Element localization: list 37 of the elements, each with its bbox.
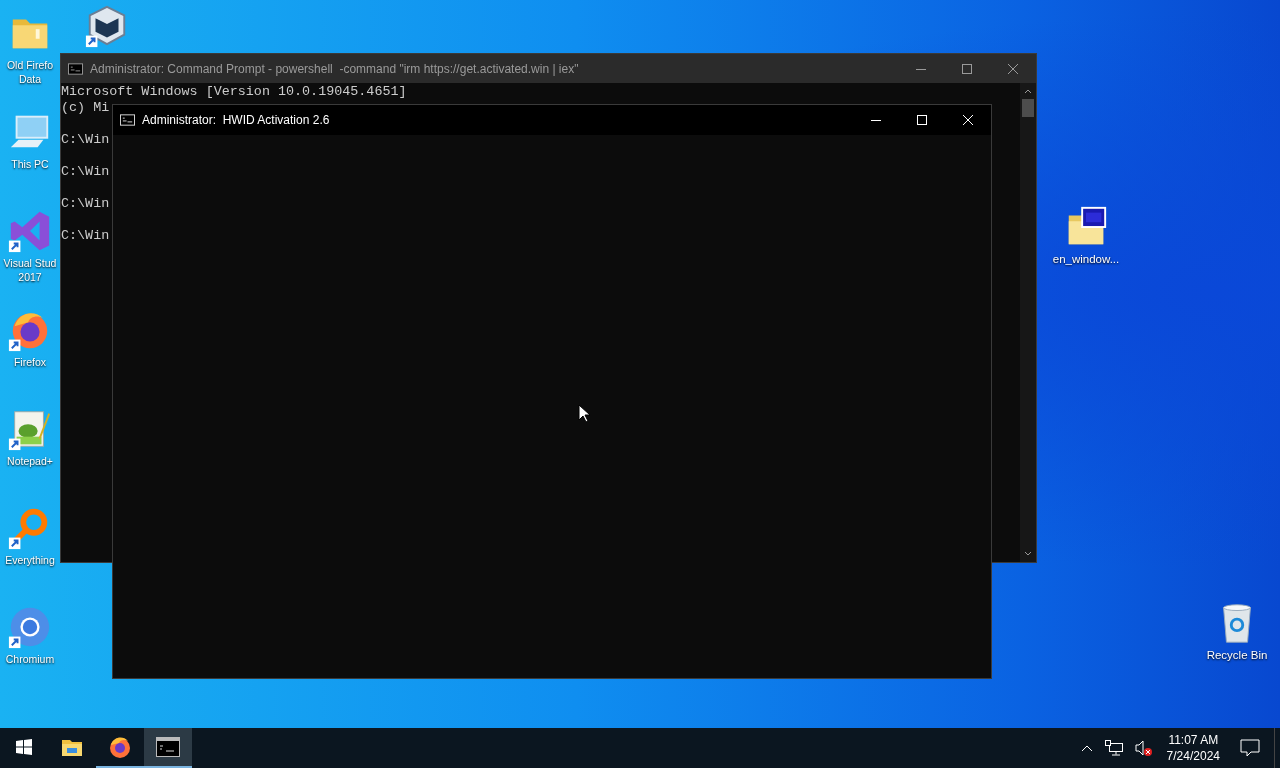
close-icon — [1008, 63, 1018, 74]
scrollbar[interactable] — [1020, 83, 1036, 562]
clock[interactable]: 11:07 AM 7/24/2024 — [1158, 732, 1228, 764]
console-line: C:\Win — [61, 164, 110, 179]
firefox-icon — [108, 735, 132, 759]
console-line: Microsoft Windows [Version 10.0.19045.4651] — [61, 84, 407, 99]
console-line: C:\Win — [61, 228, 110, 243]
window-title: Administrator: Command Prompt - powershell -command "irm https://get.activated.win | iex" — [90, 61, 579, 76]
icon-label[interactable]: Chromium — [5, 652, 55, 666]
icon-label[interactable]: Everything — [5, 553, 55, 567]
maximize-icon — [917, 115, 927, 125]
terminal-icon — [68, 62, 83, 75]
chevron-up-icon[interactable] — [1080, 744, 1093, 752]
windows-logo-icon — [16, 739, 32, 755]
icon-label[interactable]: Recycle Bin — [1206, 648, 1268, 662]
scroll-thumb[interactable] — [1022, 99, 1034, 117]
volume-muted-icon[interactable] — [1134, 740, 1153, 756]
icon-label[interactable]: Notepad+ — [7, 454, 53, 468]
close-icon — [963, 115, 973, 125]
icon-label[interactable]: This PC — [11, 157, 49, 171]
scroll-down-icon[interactable] — [1024, 551, 1032, 557]
taskbar-app-button[interactable] — [144, 728, 192, 768]
terminal-icon — [120, 114, 135, 126]
console-line: C:\Win — [61, 196, 110, 211]
maximize-icon — [962, 63, 972, 74]
mouse-cursor-icon — [578, 404, 590, 423]
icon-label[interactable]: Firefox — [13, 355, 47, 369]
network-icon[interactable] — [1104, 740, 1123, 756]
terminal-icon — [156, 737, 180, 757]
scroll-up-icon[interactable] — [1024, 88, 1032, 94]
console-line: (c) Mi — [61, 100, 110, 115]
icon-label[interactable]: Visual Stud 2017 — [3, 256, 57, 284]
window-title: Administrator: HWID Activation 2.6 — [142, 113, 330, 127]
console-line: C:\Win — [61, 132, 110, 147]
icon-label[interactable]: en_window... — [1052, 252, 1120, 266]
icon-label[interactable]: Old Firefo Data — [6, 58, 54, 86]
notification-icon[interactable] — [1240, 739, 1260, 757]
